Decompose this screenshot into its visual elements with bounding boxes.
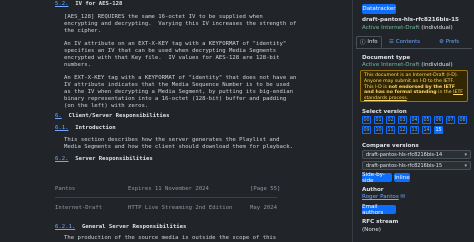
section-title: Server Responsibilities [75,156,153,162]
page-footer-center: Expires 11 November 2024 [128,186,209,192]
rfc-stream-label: RFC stream [362,219,399,225]
version-button-12[interactable]: 12 [398,126,407,134]
compare-select-a[interactable]: draft-pantos-hls-rfc8216bis-14 ▾ [362,150,471,159]
tab-label: Info [367,39,378,45]
tab-contents[interactable]: ☰ Contents [386,36,423,48]
section-title: IV for AES-128 [75,1,123,7]
paragraph-line: Media Segments and how the client should… [64,144,294,150]
warning-text-2: in the [436,90,454,96]
document-type-status: Active Internet-Draft [362,62,420,68]
version-button-01[interactable]: 01 [374,116,383,124]
page-break-divider [55,197,277,198]
page-header-center: HTTP Live Streaming 2nd Edition [128,205,233,211]
side-by-side-button[interactable]: Side-by-side [362,172,392,184]
page-footer-right: [Page 55] [250,186,281,192]
gear-icon: ⚙ [439,39,444,45]
tab-info[interactable]: ⓘ Info [356,36,382,48]
datatracker-button[interactable]: Datatracker [362,4,396,14]
section-number-link[interactable]: 6.2.1. [55,224,75,230]
info-icon: ⓘ [360,40,366,46]
side-panel: Datatracker draft-pantos-hls-rfc8216bis-… [352,0,474,242]
section-title: Client/Server Responsibilities [68,113,170,119]
select-version-label: Select version [362,109,407,115]
section-number-link[interactable]: 6. [55,113,62,119]
compare-select-b[interactable]: draft-pantos-hls-rfc8216bis-15 ▾ [362,161,471,170]
section-number-link[interactable]: 5.2. [55,1,68,7]
page-header-left: Internet-Draft [55,205,103,211]
document-text: 5.2. IV for AES-128 [AES_128] REQUIRES th… [0,0,352,242]
email-icon[interactable]: ✉ [401,194,406,200]
version-button-14[interactable]: 14 [422,126,431,134]
version-button-09[interactable]: 09 [362,126,371,134]
draft-warning: This document is an Internet-Draft (I-D)… [360,70,468,102]
rfc-stream-value: (None) [362,227,381,233]
section-heading: 6.1. Introduction [55,125,116,132]
paragraph-line: (on the left) with zeros. [64,103,149,109]
document-status: Active Internet-Draft (individual) [362,25,453,31]
chevron-down-icon: ▾ [464,152,467,158]
author-name: Roger Pantos ✉ [362,194,405,200]
version-button-15[interactable]: 15 [434,126,443,134]
section-heading: 6.2.1. General Server Responsibilities [55,224,186,231]
document-status-suffix: (individual) [421,25,453,31]
paragraph-line: encrypted with that Key file. IV values … [64,55,280,61]
version-button-13[interactable]: 13 [410,126,419,134]
author-link[interactable]: Roger Pantos [362,194,399,200]
document-type-value: Active Internet-Draft (individual) [362,62,453,68]
compare-select-b-value: draft-pantos-hls-rfc8216bis-15 [366,162,443,169]
document-type-suffix: (individual) [421,62,453,68]
panel-tabs: ⓘ Info ☰ Contents ⚙ Prefs [356,36,472,49]
version-button-02[interactable]: 02 [386,116,395,124]
tab-label: Prefs [445,39,460,45]
section-heading: 5.2. IV for AES-128 [55,1,122,8]
inline-button[interactable]: Inline [394,173,410,182]
email-authors-button[interactable]: Email authors [362,204,396,216]
version-button-04[interactable]: 04 [410,116,419,124]
page-footer-left: Pantos [55,186,76,192]
paragraph-line: numbers. [64,62,91,68]
section-number-link[interactable]: 6.1. [55,125,68,131]
section-heading: 6. Client/Server Responsibilities [55,113,170,120]
section-title: Introduction [75,125,116,131]
warning-text-3: . [406,96,409,102]
tab-prefs[interactable]: ⚙ Prefs [436,36,462,48]
tab-label: Contents [395,39,421,45]
document-name: draft-pantos-hls-rfc8216bis-15 [362,17,459,23]
document-type-label: Document type [362,55,411,61]
section-heading: 6.2. Server Responsibilities [55,156,153,163]
compare-versions-label: Compare versions [362,143,419,149]
chevron-down-icon: ▾ [464,163,467,169]
document-status-label: Active Internet-Draft [362,25,420,31]
version-button-05[interactable]: 05 [422,116,431,124]
list-icon: ☰ [389,39,394,45]
section-number-link[interactable]: 6.2. [55,156,68,162]
version-button-10[interactable]: 10 [374,126,383,134]
paragraph-line: The production of the source media is ou… [64,235,277,241]
version-button-11[interactable]: 11 [386,126,395,134]
version-button-08[interactable]: 08 [458,116,467,124]
section-title: General Server Responsibilities [81,224,187,230]
paragraph-line: the cipher. [64,28,102,34]
version-button-06[interactable]: 06 [434,116,443,124]
version-button-03[interactable]: 03 [398,116,407,124]
version-button-00[interactable]: 00 [362,116,371,124]
author-label: Author [362,187,384,193]
compare-select-a-value: draft-pantos-hls-rfc8216bis-14 [366,151,443,158]
page-header-right: May 2024 [250,205,277,211]
version-button-07[interactable]: 07 [446,116,455,124]
